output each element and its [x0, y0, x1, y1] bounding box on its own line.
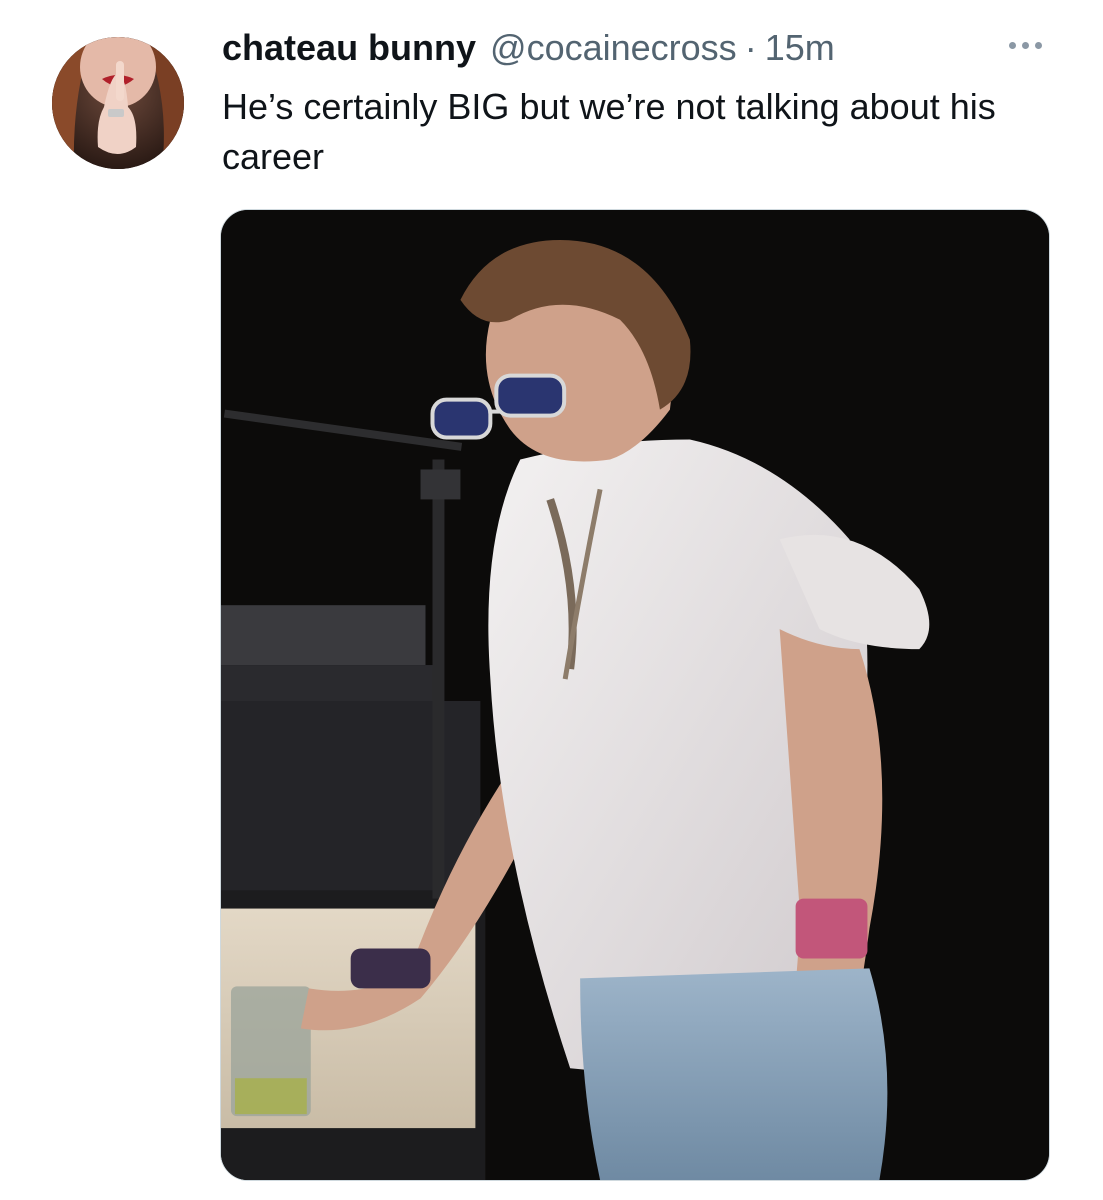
author-avatar[interactable] — [52, 37, 184, 169]
more-options-button[interactable] — [998, 30, 1052, 60]
tweet-text: He’s certainly BIG but we’re not talking… — [222, 86, 996, 177]
photo-illustration — [221, 210, 1049, 1180]
avatar-image — [52, 37, 184, 169]
tweet[interactable]: chateau bunny @cocainecross · 15m He’s c… — [0, 0, 1103, 1200]
author-display-name[interactable]: chateau bunny — [222, 24, 476, 72]
author-handle[interactable]: @cocainecross — [490, 24, 737, 72]
tweet-timestamp[interactable]: 15m — [765, 24, 835, 72]
tweet-media-photo[interactable] — [220, 209, 1050, 1181]
more-horizontal-icon — [1008, 41, 1042, 49]
tweet-header: chateau bunny @cocainecross · 15m — [222, 24, 835, 72]
separator-dot: · — [744, 27, 757, 68]
